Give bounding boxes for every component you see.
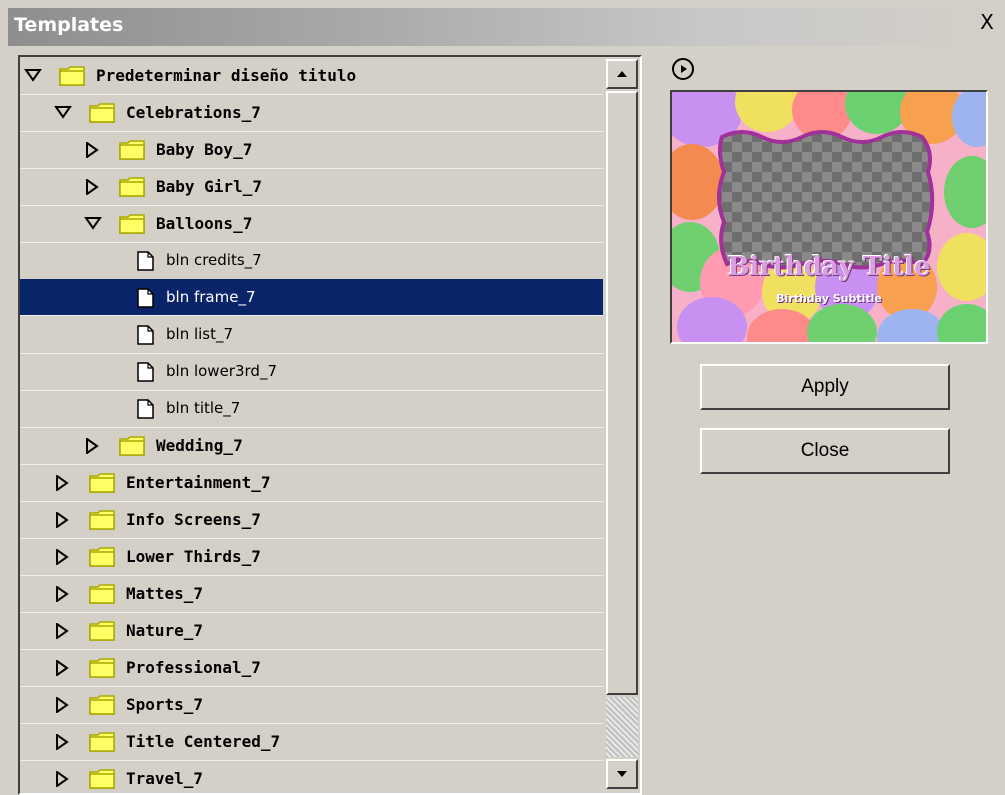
expand-triangle-right-icon[interactable]: [54, 475, 72, 491]
expand-triangle-right-icon[interactable]: [84, 142, 102, 158]
tree-file-row[interactable]: bln credits_7: [20, 242, 603, 280]
tree-file-label: bln list_7: [166, 325, 234, 343]
folder-icon: [89, 584, 115, 604]
expand-triangle-right-icon[interactable]: [54, 512, 72, 528]
tree-folder-label: Sports_7: [126, 695, 204, 714]
expand-triangle-right-icon[interactable]: [54, 586, 72, 602]
play-preview-button[interactable]: [672, 58, 694, 80]
tree-file-row[interactable]: bln list_7: [20, 316, 603, 354]
tree-folder-label: Predeterminar diseño titulo: [96, 66, 357, 85]
scroll-thumb[interactable]: [606, 91, 638, 695]
tree-folder-label: Professional_7: [126, 658, 261, 677]
tree-folder-row[interactable]: Baby Boy_7: [20, 131, 603, 169]
close-button[interactable]: Close: [700, 428, 950, 474]
close-window-button[interactable]: X: [976, 11, 998, 33]
tree-folder-label: Balloons_7: [156, 214, 253, 233]
expand-triangle-right-icon[interactable]: [84, 438, 102, 454]
folder-icon: [89, 769, 115, 789]
folder-icon: [89, 658, 115, 678]
tree-folder-label: Lower Thirds_7: [126, 547, 261, 566]
expand-triangle-right-icon[interactable]: [54, 660, 72, 676]
tree-folder-label: Travel_7: [126, 769, 204, 788]
folder-icon: [89, 473, 115, 493]
apply-button[interactable]: Apply: [700, 364, 950, 410]
tree-folder-label: Entertainment_7: [126, 473, 271, 492]
tree-folder-label: Nature_7: [126, 621, 204, 640]
tree-folder-row[interactable]: Professional_7: [20, 649, 603, 687]
tree-file-label: bln lower3rd_7: [166, 362, 277, 380]
folder-icon: [119, 214, 145, 234]
arrow-up-icon: [617, 71, 627, 77]
tree-folder-label: Celebrations_7: [126, 103, 261, 122]
tree-folder-row[interactable]: Lower Thirds_7: [20, 538, 603, 576]
document-icon: [137, 362, 154, 382]
document-icon: [137, 399, 154, 419]
scroll-down-button[interactable]: [606, 759, 638, 789]
tree-folder-label: Info Screens_7: [126, 510, 261, 529]
tree-file-row[interactable]: bln frame_7: [20, 279, 603, 316]
tree-file-row[interactable]: bln title_7: [20, 390, 603, 428]
folder-icon: [119, 436, 145, 456]
expand-triangle-right-icon[interactable]: [54, 771, 72, 787]
tree-folder-row[interactable]: Wedding_7: [20, 427, 603, 465]
preview-subtitle-text: Birthday Subtitle: [776, 292, 882, 305]
folder-icon: [89, 695, 115, 715]
tree-file-row[interactable]: bln lower3rd_7: [20, 353, 603, 391]
tree-file-label: bln frame_7: [166, 288, 256, 306]
tree-folder-row[interactable]: Predeterminar diseño titulo: [20, 57, 603, 95]
expand-triangle-down-icon[interactable]: [84, 216, 102, 232]
expand-triangle-right-icon[interactable]: [54, 623, 72, 639]
tree-file-label: bln title_7: [166, 399, 241, 417]
arrow-down-icon: [617, 771, 627, 777]
folder-icon: [59, 66, 85, 86]
tree-folder-label: Mattes_7: [126, 584, 204, 603]
tree-folder-row[interactable]: Title Centered_7: [20, 723, 603, 761]
document-icon: [137, 288, 154, 308]
expand-triangle-right-icon[interactable]: [84, 179, 102, 195]
expand-triangle-right-icon[interactable]: [54, 734, 72, 750]
folder-icon: [119, 140, 145, 160]
folder-icon: [89, 732, 115, 752]
folder-icon: [89, 547, 115, 567]
scroll-track[interactable]: [606, 697, 638, 757]
tree-folder-row[interactable]: Sports_7: [20, 686, 603, 724]
scroll-up-button[interactable]: [606, 59, 638, 89]
template-preview: Birthday Title Birthday Subtitle: [670, 90, 988, 344]
tree-folder-row[interactable]: Baby Girl_7: [20, 168, 603, 206]
tree-folder-label: Title Centered_7: [126, 732, 281, 751]
tree-folder-label: Wedding_7: [156, 436, 243, 455]
tree-folder-row[interactable]: Info Screens_7: [20, 501, 603, 539]
tree-folder-row[interactable]: Balloons_7: [20, 205, 603, 243]
folder-icon: [119, 177, 145, 197]
tree-folder-row[interactable]: Travel_7: [20, 760, 603, 793]
document-icon: [137, 251, 154, 271]
tree-file-label: bln credits_7: [166, 251, 262, 269]
tree-folder-row[interactable]: Nature_7: [20, 612, 603, 650]
preview-title-text: Birthday Title: [727, 252, 931, 282]
tree-folder-label: Baby Boy_7: [156, 140, 253, 159]
tree-folder-row[interactable]: Celebrations_7: [20, 94, 603, 132]
folder-icon: [89, 621, 115, 641]
folder-icon: [89, 103, 115, 123]
title-bar: Templates: [8, 8, 1005, 46]
tree-folder-row[interactable]: Mattes_7: [20, 575, 603, 613]
tree-folder-row[interactable]: Entertainment_7: [20, 464, 603, 502]
tree-folder-label: Baby Girl_7: [156, 177, 262, 196]
expand-triangle-right-icon[interactable]: [54, 697, 72, 713]
expand-triangle-down-icon[interactable]: [24, 68, 42, 84]
document-icon: [137, 325, 154, 345]
play-icon: [681, 65, 687, 73]
expand-triangle-right-icon[interactable]: [54, 549, 72, 565]
expand-triangle-down-icon[interactable]: [54, 105, 72, 121]
folder-icon: [89, 510, 115, 530]
vertical-scrollbar[interactable]: [604, 57, 640, 791]
template-tree: Predeterminar diseño titulo Celebrations_…: [18, 55, 642, 795]
window-title: Templates: [14, 14, 124, 36]
